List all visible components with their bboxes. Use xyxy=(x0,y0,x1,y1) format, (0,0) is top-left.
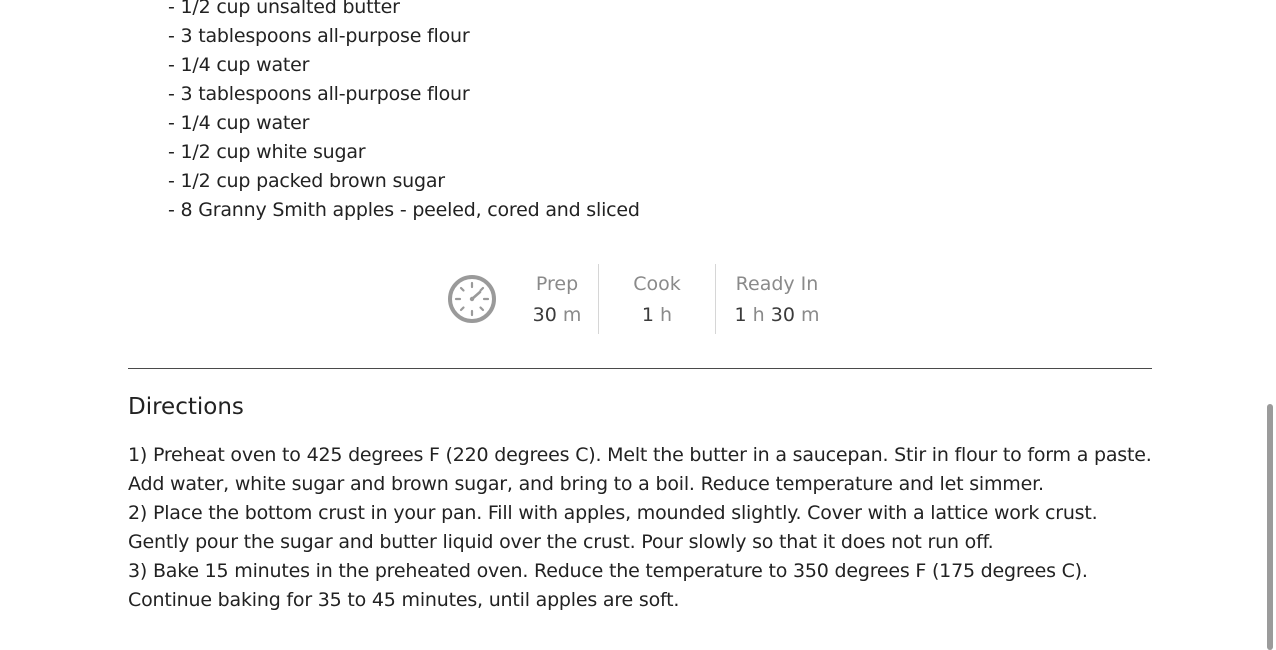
ingredient-item: - 1/2 cup packed brown sugar xyxy=(168,170,445,192)
directions-list: 1) Preheat oven to 425 degrees F (220 de… xyxy=(128,441,1158,615)
ready-time: Ready In 1 h 30 m xyxy=(716,264,838,334)
direction-step: 2) Place the bottom crust in your pan. F… xyxy=(128,502,1098,553)
clock-icon xyxy=(446,264,502,334)
cook-label: Cook xyxy=(633,272,681,295)
ingredient-item: - 8 Granny Smith apples - peeled, cored … xyxy=(168,199,640,221)
section-divider xyxy=(128,368,1152,369)
vertical-scrollbar[interactable] xyxy=(1264,0,1276,650)
ingredient-list: - 1/2 cup unsalted butter - 3 tablespoon… xyxy=(168,0,640,225)
ingredient-item: - 1/4 cup water xyxy=(168,54,310,76)
ready-label: Ready In xyxy=(735,272,819,295)
directions-heading: Directions xyxy=(128,394,244,420)
prep-time: Prep 30 m xyxy=(516,264,598,334)
cook-value: 1 h xyxy=(641,303,673,326)
cook-time: Cook 1 h xyxy=(599,264,715,334)
direction-step: 3) Bake 15 minutes in the preheated oven… xyxy=(128,560,1088,611)
prep-value: 30 m xyxy=(532,303,582,326)
recipe-page: - 1/2 cup unsalted butter - 3 tablespoon… xyxy=(0,0,1276,650)
prep-label: Prep xyxy=(535,272,579,295)
ingredient-item: - 1/2 cup white sugar xyxy=(168,141,366,163)
direction-step: 1) Preheat oven to 425 degrees F (220 de… xyxy=(128,444,1152,495)
ingredient-item: - 1/2 cup unsalted butter xyxy=(168,0,400,18)
recipe-times: Prep 30 m Cook 1 h Ready In 1 h 30 m xyxy=(446,264,838,334)
ingredient-item: - 1/4 cup water xyxy=(168,112,310,134)
ingredient-item: - 3 tablespoons all-purpose flour xyxy=(168,83,470,105)
scrollbar-thumb[interactable] xyxy=(1267,404,1273,650)
ready-value: 1 h 30 m xyxy=(734,303,820,326)
ingredient-item: - 3 tablespoons all-purpose flour xyxy=(168,25,470,47)
